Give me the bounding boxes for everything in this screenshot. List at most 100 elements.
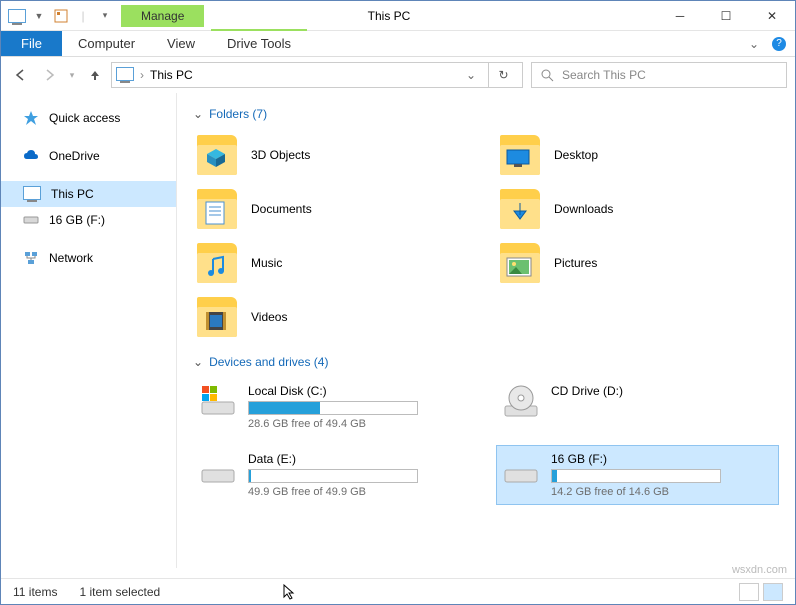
- folder-desktop[interactable]: Desktop: [496, 129, 779, 181]
- capacity-fill: [249, 470, 251, 482]
- capacity-bar: [248, 401, 418, 415]
- capacity-bar: [248, 469, 418, 483]
- window-title: This PC: [368, 9, 411, 23]
- folder-icon: [197, 135, 237, 175]
- address-bar[interactable]: › This PC ⌄ ↻: [111, 62, 523, 88]
- tab-file[interactable]: File: [1, 31, 62, 56]
- folders-grid: 3D Objects Desktop Documents Downloads M…: [193, 129, 779, 343]
- folder-music[interactable]: Music: [193, 237, 476, 289]
- folder-icon: [500, 243, 540, 283]
- recent-dropdown-icon[interactable]: ▾: [65, 61, 79, 89]
- help-button[interactable]: ?: [769, 31, 789, 56]
- qat-more-icon[interactable]: ▾: [95, 6, 115, 26]
- folder-label: Desktop: [554, 148, 598, 162]
- quick-access-toolbar: ▼ | ▾: [1, 6, 121, 26]
- drive-data-e[interactable]: Data (E:) 49.9 GB free of 49.9 GB: [193, 445, 476, 505]
- collapse-ribbon-icon[interactable]: ⌄: [739, 31, 769, 56]
- drive-name: Data (E:): [248, 452, 469, 466]
- address-dropdown-icon[interactable]: ⌄: [460, 68, 482, 82]
- app-icon: [7, 6, 27, 26]
- folder-documents[interactable]: Documents: [193, 183, 476, 235]
- cd-icon: [503, 384, 539, 420]
- drive-info: 16 GB (F:) 14.2 GB free of 14.6 GB: [551, 452, 772, 498]
- folder-icon: [197, 297, 237, 337]
- sidebar-label: Quick access: [49, 111, 120, 125]
- group-header-folders[interactable]: ⌄ Folders (7): [193, 107, 779, 121]
- up-button[interactable]: [83, 61, 107, 89]
- folder-3d-objects[interactable]: 3D Objects: [193, 129, 476, 181]
- sidebar-item-onedrive[interactable]: OneDrive: [1, 143, 176, 169]
- search-box[interactable]: Search This PC: [531, 62, 787, 88]
- drive-cd-d[interactable]: CD Drive (D:): [496, 377, 779, 437]
- view-icons-button[interactable]: [763, 583, 783, 601]
- drive-free-text: 28.6 GB free of 49.4 GB: [248, 418, 469, 430]
- folder-label: Pictures: [554, 256, 597, 270]
- drive-name: CD Drive (D:): [551, 384, 772, 398]
- sidebar-label: 16 GB (F:): [49, 213, 105, 227]
- help-icon: ?: [772, 37, 786, 51]
- sidebar-label: This PC: [51, 187, 94, 201]
- search-icon: [540, 68, 554, 82]
- back-button[interactable]: [9, 61, 33, 89]
- folder-label: Documents: [251, 202, 312, 216]
- drive-local-c[interactable]: Local Disk (C:) 28.6 GB free of 49.4 GB: [193, 377, 476, 437]
- content-area[interactable]: ⌄ Folders (7) 3D Objects Desktop Documen…: [177, 93, 795, 568]
- tab-computer[interactable]: Computer: [62, 31, 151, 56]
- drive-name: 16 GB (F:): [551, 452, 772, 466]
- watermark: wsxdn.com: [732, 564, 787, 576]
- group-header-drives[interactable]: ⌄ Devices and drives (4): [193, 355, 779, 369]
- sidebar-label: Network: [49, 251, 93, 265]
- capacity-fill: [552, 470, 557, 482]
- pc-icon: [23, 186, 41, 203]
- tab-drive-tools[interactable]: Drive Tools: [211, 29, 307, 56]
- context-tab-manage[interactable]: Manage: [121, 5, 204, 27]
- view-details-button[interactable]: [739, 583, 759, 601]
- drive-info: CD Drive (D:): [551, 384, 772, 430]
- qat-dropdown-icon[interactable]: ▼: [29, 6, 49, 26]
- sidebar-item-this-pc[interactable]: This PC: [1, 181, 176, 207]
- folder-pictures[interactable]: Pictures: [496, 237, 779, 289]
- folder-label: Music: [251, 256, 282, 270]
- group-title: Devices and drives (4): [209, 355, 328, 369]
- forward-button[interactable]: [37, 61, 61, 89]
- star-icon: [23, 110, 39, 126]
- drive-icon: [200, 452, 236, 488]
- group-title: Folders (7): [209, 107, 267, 121]
- sidebar-item-drive-f[interactable]: 16 GB (F:): [1, 207, 176, 233]
- maximize-button[interactable]: ☐: [703, 1, 749, 31]
- chevron-right-icon: ›: [140, 68, 144, 82]
- body: Quick access OneDrive This PC 16 GB (F:)…: [1, 93, 795, 568]
- drive-name: Local Disk (C:): [248, 384, 469, 398]
- refresh-button[interactable]: ↻: [488, 63, 518, 87]
- folder-icon: [500, 135, 540, 175]
- properties-icon[interactable]: [51, 6, 71, 26]
- titlebar: ▼ | ▾ Manage This PC ─ ☐ ✕: [1, 1, 795, 31]
- folder-label: Downloads: [554, 202, 613, 216]
- window-controls: ─ ☐ ✕: [657, 1, 795, 31]
- drive-free-text: 14.2 GB free of 14.6 GB: [551, 486, 772, 498]
- minimize-button[interactable]: ─: [657, 1, 703, 31]
- drive-free-text: 49.9 GB free of 49.9 GB: [248, 486, 469, 498]
- capacity-bar: [551, 469, 721, 483]
- sidebar: Quick access OneDrive This PC 16 GB (F:)…: [1, 93, 177, 568]
- sidebar-label: OneDrive: [49, 149, 100, 163]
- folder-downloads[interactable]: Downloads: [496, 183, 779, 235]
- folder-videos[interactable]: Videos: [193, 291, 476, 343]
- sidebar-item-network[interactable]: Network: [1, 245, 176, 271]
- folder-icon: [197, 243, 237, 283]
- chevron-down-icon: ⌄: [193, 107, 203, 121]
- close-button[interactable]: ✕: [749, 1, 795, 31]
- address-text: This PC: [150, 68, 193, 82]
- chevron-down-icon: ⌄: [193, 355, 203, 369]
- folder-icon: [500, 189, 540, 229]
- drive-icon: [503, 452, 539, 488]
- status-item-count: 11 items: [13, 585, 57, 599]
- drive-usb-f[interactable]: 16 GB (F:) 14.2 GB free of 14.6 GB: [496, 445, 779, 505]
- status-bar: 11 items 1 item selected: [1, 578, 795, 604]
- network-icon: [23, 250, 39, 266]
- tab-view[interactable]: View: [151, 31, 211, 56]
- cloud-icon: [23, 148, 39, 164]
- sidebar-item-quick-access[interactable]: Quick access: [1, 105, 176, 131]
- qat-divider: |: [73, 6, 93, 26]
- folder-label: 3D Objects: [251, 148, 310, 162]
